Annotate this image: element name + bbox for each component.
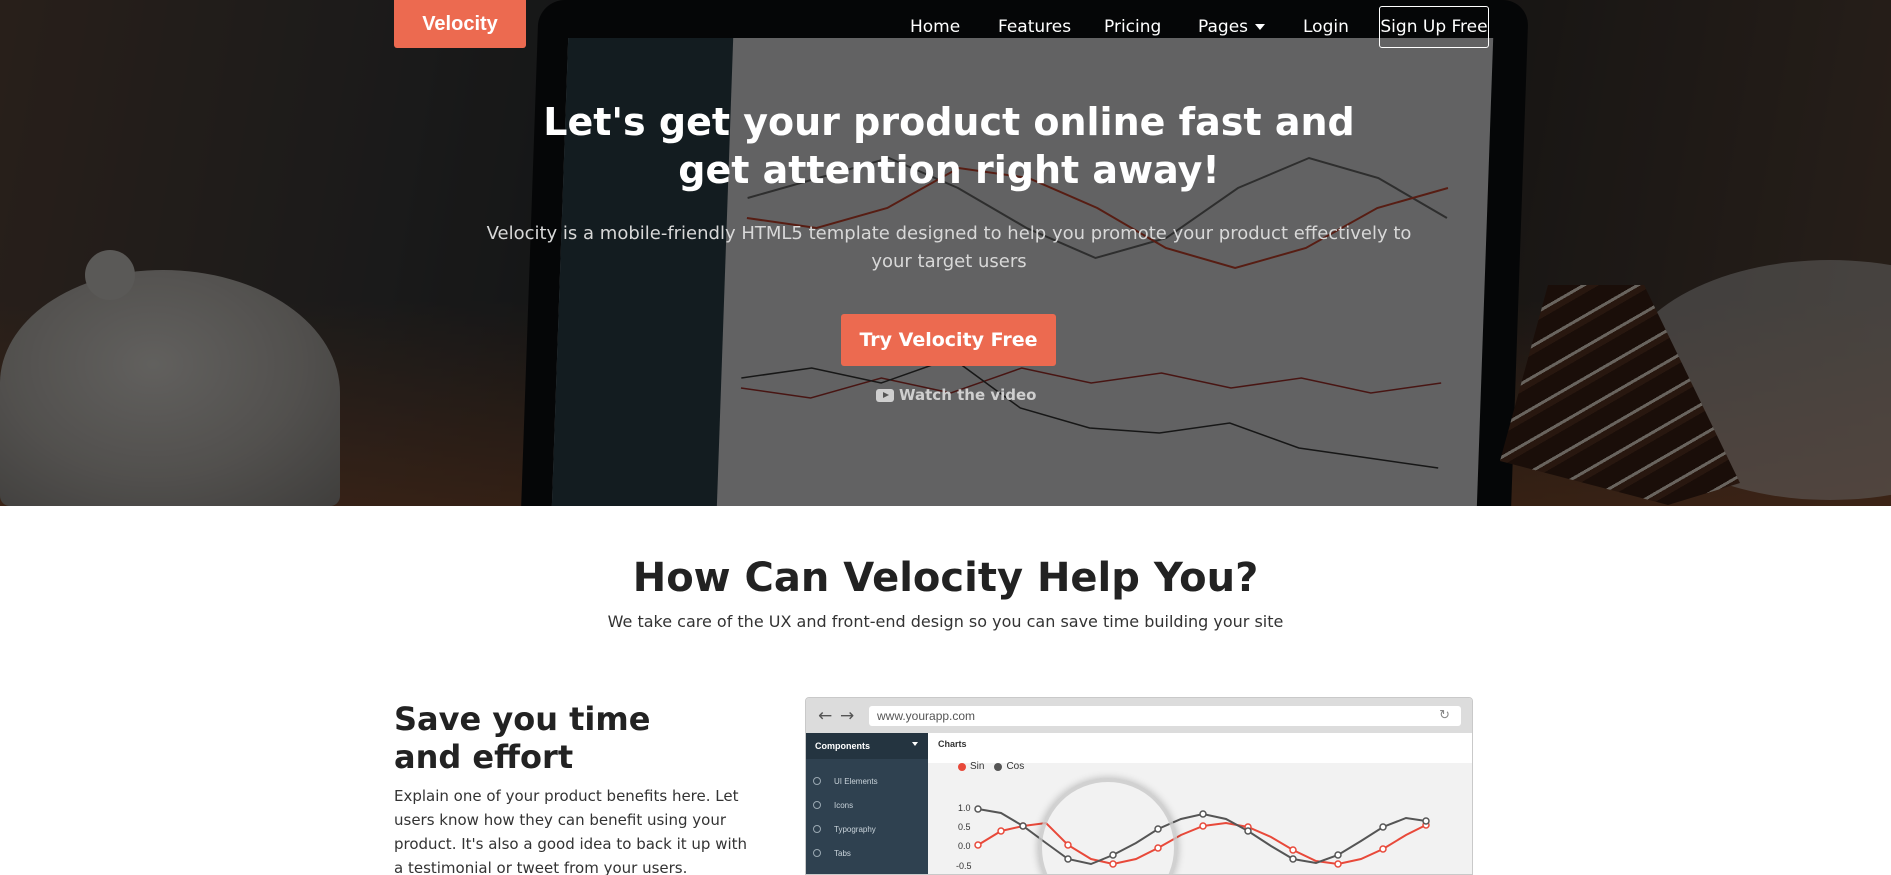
browser-toolbar: ← → www.yourapp.com ↻	[806, 698, 1472, 733]
nav-home-link[interactable]: Home	[910, 17, 960, 37]
section-title: How Can Velocity Help You?	[632, 555, 1259, 601]
legend-item-sin: Sin	[958, 761, 984, 772]
legend-dot-icon	[958, 762, 966, 771]
legend-label: Cos	[1006, 761, 1025, 772]
mock-sidebar-item: UI Elements	[813, 773, 923, 789]
mock-sidebar-item-label: Icons	[834, 800, 854, 810]
mock-chart-legend: Sin Cos	[958, 761, 1024, 772]
legend-item-cos: Cos	[994, 761, 1024, 772]
y-tick-label: 0.0	[958, 841, 971, 851]
mock-sidebar-item-label: Tabs	[834, 848, 851, 858]
watch-video-link[interactable]: Watch the video	[876, 384, 1036, 406]
browser-mockup: ← → www.yourapp.com ↻ Components UI Elem…	[805, 697, 1473, 875]
circle-icon	[813, 849, 821, 857]
mock-sidebar-item: Typography	[813, 821, 923, 837]
legend-dot-icon	[994, 762, 1003, 771]
nav-item-home[interactable]: Home	[910, 0, 960, 54]
hero-title: Let's get your product online fast and g…	[543, 100, 1355, 192]
address-bar: www.yourapp.com	[869, 706, 1461, 726]
mock-main-panel: Charts 1.0 0.5 0.0 -0.5 Sin Cos	[928, 733, 1472, 874]
legend-label: Sin	[970, 761, 985, 772]
try-free-button[interactable]: Try Velocity Free	[841, 314, 1056, 366]
circle-icon	[813, 777, 821, 785]
mock-sidebar-header-label: Components	[815, 741, 870, 751]
nav-item-login[interactable]: Login	[1303, 0, 1349, 54]
nav-item-pages[interactable]: Pages	[1198, 0, 1266, 54]
y-tick-label: 0.5	[958, 822, 971, 832]
mock-sidebar-item-label: UI Elements	[834, 776, 878, 786]
youtube-icon	[876, 388, 894, 402]
mock-sidebar-item-label: Typography	[834, 824, 876, 834]
nav-item-pricing[interactable]: Pricing	[1104, 0, 1161, 54]
reload-icon: ↻	[1439, 708, 1450, 723]
chevron-down-icon	[912, 742, 918, 746]
watch-video-label: Watch the video	[899, 386, 1037, 404]
nav-item-features[interactable]: Features	[998, 0, 1071, 54]
mock-sidebar-item: Tabs	[813, 845, 923, 861]
mock-chart: 1.0 0.5 0.0 -0.5	[928, 763, 1472, 874]
nav-features-link[interactable]: Features	[998, 17, 1071, 37]
feature-title: Save you time and effort	[394, 700, 651, 776]
forward-arrow-icon: →	[840, 706, 855, 726]
y-tick-label: -0.5	[956, 861, 972, 871]
nav-pricing-link[interactable]: Pricing	[1104, 17, 1161, 37]
circle-icon	[813, 825, 821, 833]
circle-icon	[813, 801, 821, 809]
brand-logo[interactable]: Velocity	[394, 0, 526, 48]
feature-text: Explain one of your product benefits her…	[394, 787, 748, 875]
chevron-down-icon	[1255, 24, 1266, 30]
signup-button[interactable]: Sign Up Free	[1379, 6, 1489, 48]
hero-subtitle: Velocity is a mobile-friendly HTML5 temp…	[486, 223, 1412, 272]
back-arrow-icon: ←	[818, 706, 833, 726]
mock-sidebar-item: Icons	[813, 797, 923, 813]
nav-pages-link[interactable]: Pages	[1198, 17, 1248, 37]
mock-main-title: Charts	[938, 739, 967, 749]
mock-sidebar: Components UI Elements Icons Typography …	[806, 733, 928, 874]
mock-sidebar-header: Components	[806, 733, 928, 759]
nav-login-link[interactable]: Login	[1303, 17, 1349, 37]
y-tick-label: 1.0	[958, 803, 971, 813]
section-subtitle: We take care of the UX and front-end des…	[607, 612, 1284, 631]
